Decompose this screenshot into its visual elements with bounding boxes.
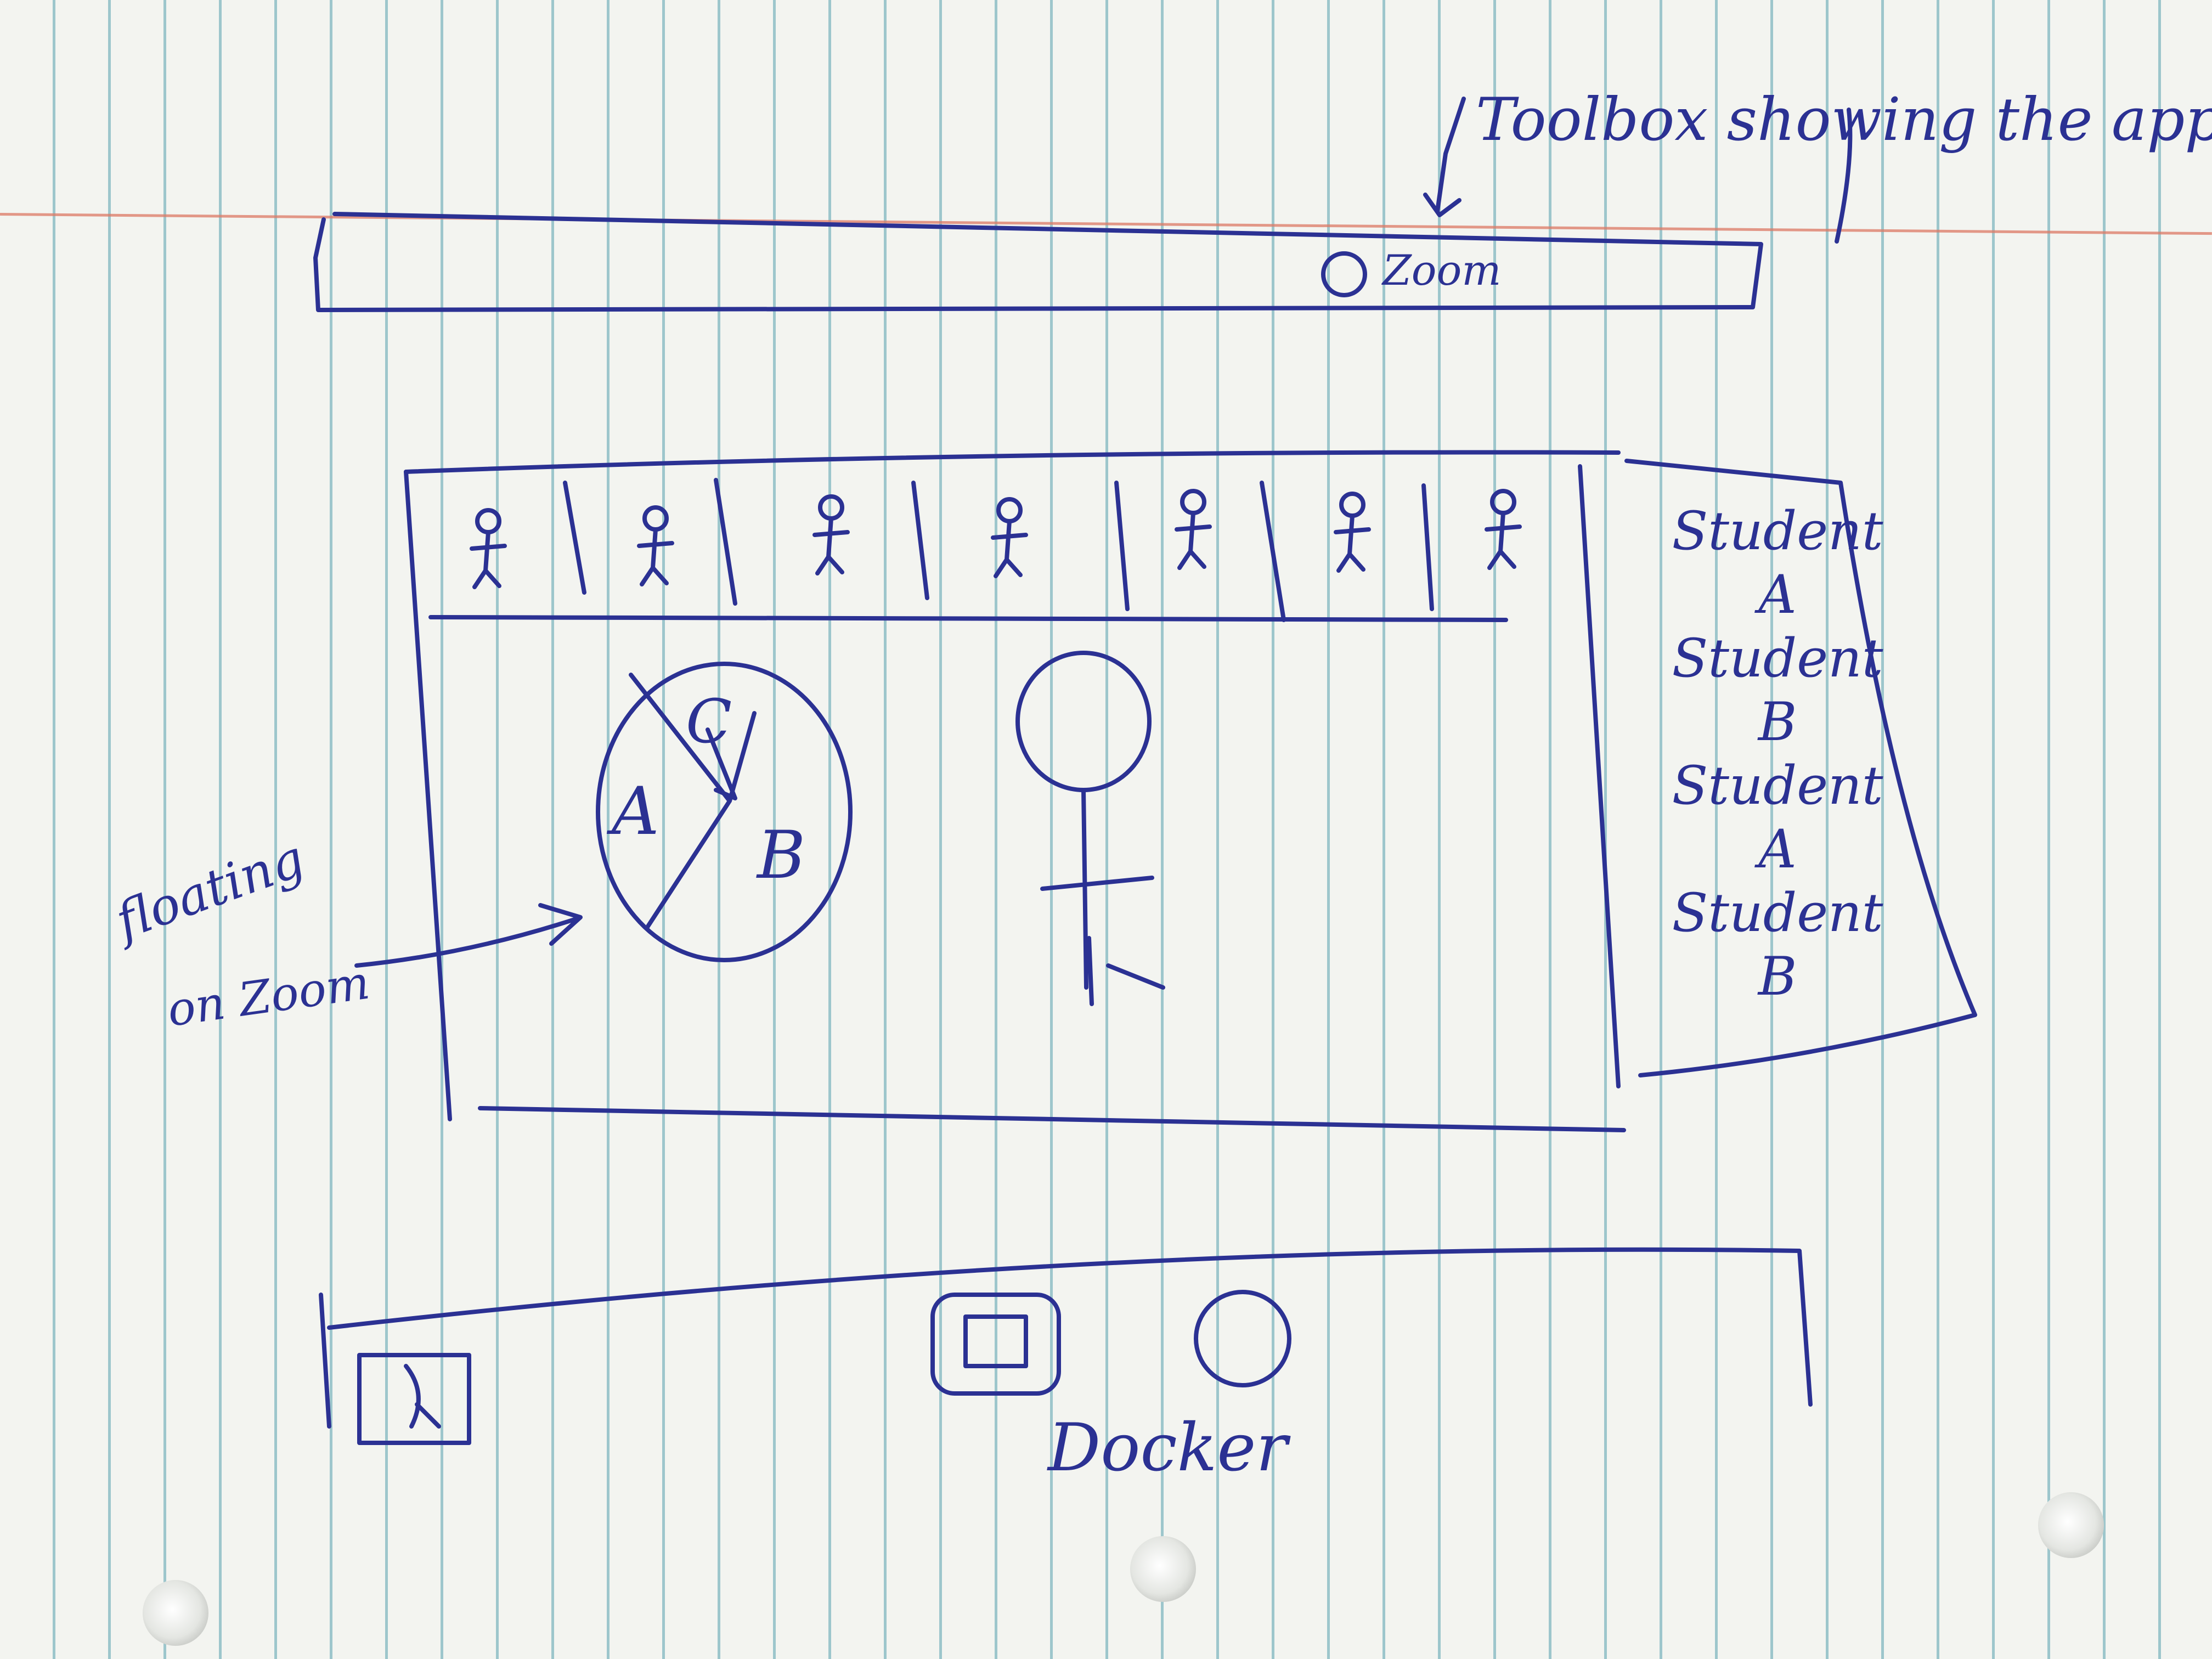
- participant-thumbnail[interactable]: [991, 497, 1028, 578]
- notebook-paper: Toolbox showing the app is on. Zoom A B …: [0, 0, 2212, 1659]
- participant-thumbnail[interactable]: [1175, 489, 1212, 570]
- toolbar-annotation: Toolbox showing the app is on.: [1476, 86, 2212, 154]
- chat-line: B: [1758, 691, 1797, 753]
- binder-hole: [1130, 1536, 1196, 1602]
- chat-line: Student: [1672, 500, 1883, 562]
- participants-strip: [470, 489, 1522, 589]
- binder-hole: [143, 1580, 208, 1646]
- annotation-arrow: [1423, 97, 1466, 217]
- binder-hole: [2038, 1492, 2104, 1558]
- dock-label: Docker: [1048, 1410, 1288, 1486]
- chat-line: A: [1758, 564, 1797, 625]
- chat-line: Student: [1672, 628, 1883, 689]
- camera-icon: [963, 1314, 1028, 1368]
- participant-thumbnail[interactable]: [812, 494, 850, 575]
- participant-thumbnail[interactable]: [637, 505, 674, 586]
- participant-thumbnail[interactable]: [1485, 489, 1522, 570]
- zoom-label: Zoom: [1383, 246, 1502, 295]
- dock-app-icon[interactable]: [357, 1353, 471, 1445]
- zoom-app-icon[interactable]: [1321, 251, 1367, 297]
- chat-line: Student: [1672, 882, 1883, 944]
- participant-thumbnail[interactable]: [470, 508, 507, 589]
- dock-icon-glyph: [404, 1364, 441, 1429]
- chat-line: B: [1758, 946, 1797, 1007]
- participant-thumbnail[interactable]: [1334, 492, 1371, 573]
- chat-line: Student: [1672, 755, 1883, 816]
- pie-slice-label: A: [612, 774, 659, 850]
- floating-arrow: [354, 903, 583, 968]
- presenter-video[interactable]: [1015, 651, 1165, 1006]
- chat-panel: Student A Student B Student A Student B: [1657, 505, 1898, 1014]
- dock-circle-icon[interactable]: [1194, 1290, 1291, 1387]
- chat-line: A: [1758, 819, 1797, 880]
- pie-slice-label: B: [757, 817, 806, 894]
- zoom-dock-icon[interactable]: [930, 1293, 1061, 1396]
- pie-slice-label: C: [686, 686, 732, 757]
